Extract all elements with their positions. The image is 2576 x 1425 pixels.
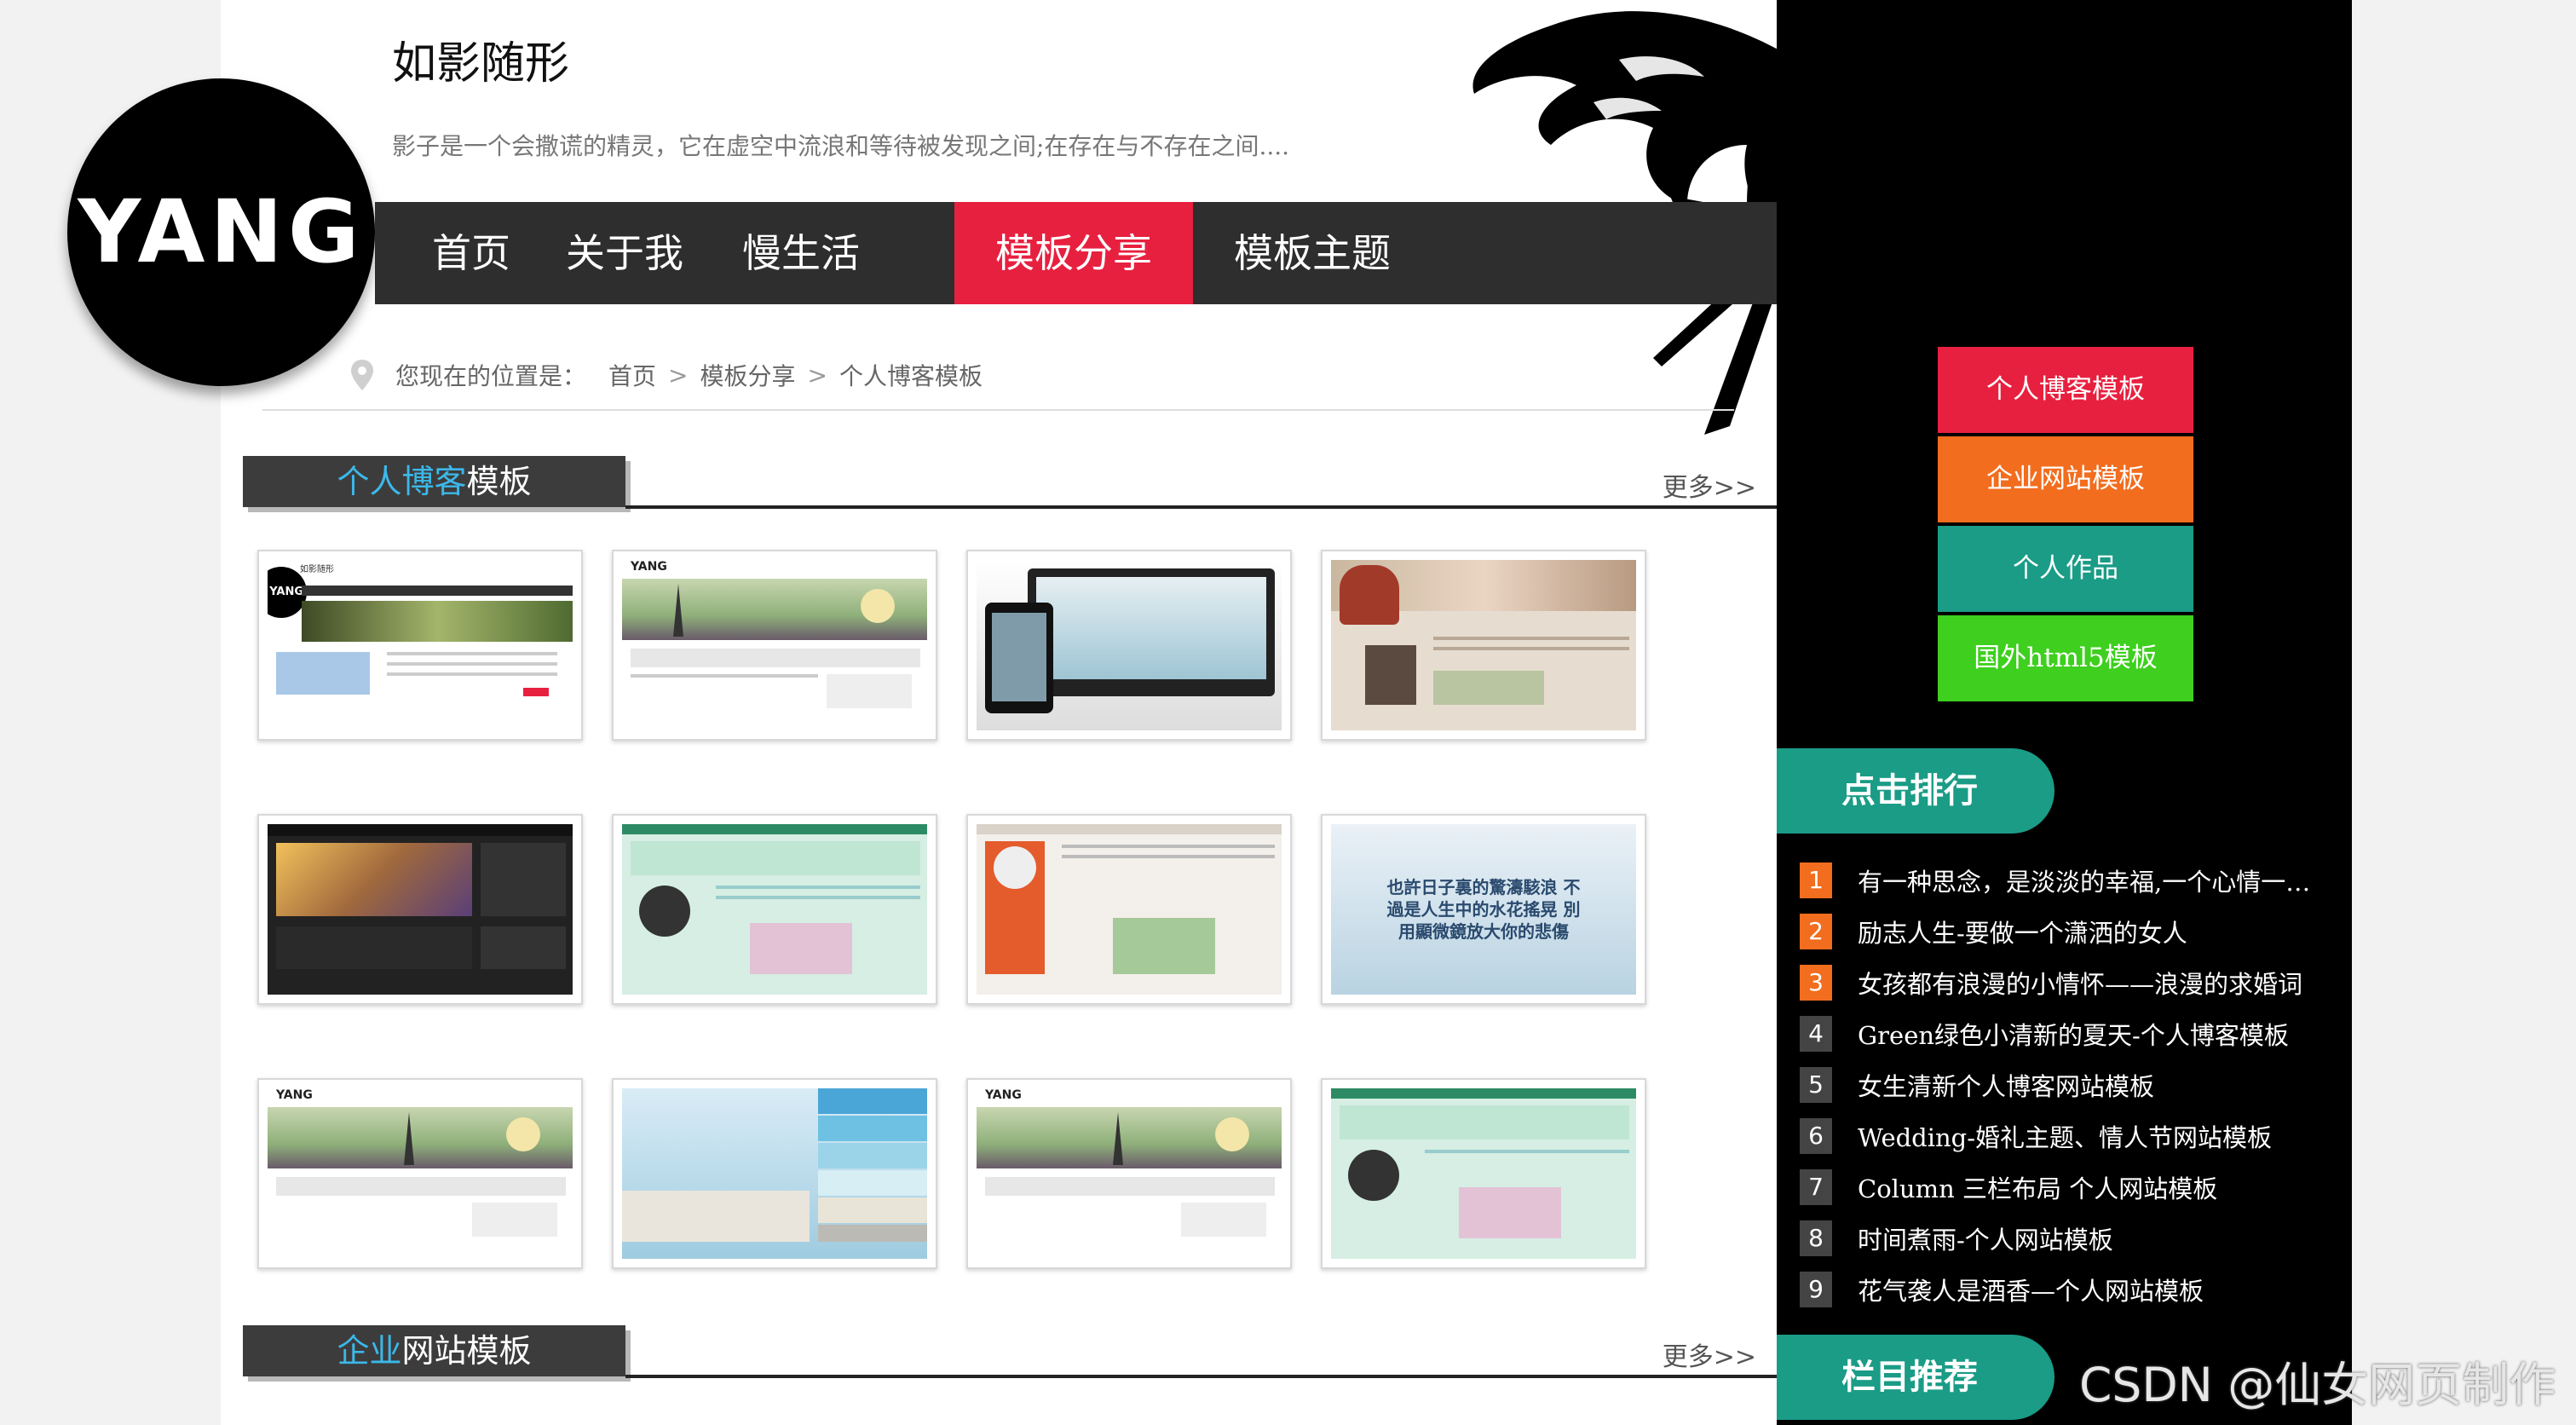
section-title-highlight: 企业	[337, 1332, 402, 1370]
rank-number-badge: 7	[1800, 1169, 1832, 1205]
breadcrumb-current[interactable]: 个人博客模板	[839, 358, 983, 392]
rank-number-badge: 8	[1800, 1220, 1832, 1256]
section-header-enterprise: 企业网站模板 更多>>	[243, 1325, 1999, 1382]
breadcrumb-prefix: 您现在的位置是：	[395, 362, 587, 390]
section-title: 企业网站模板	[243, 1325, 625, 1376]
section-title-rest: 网站模板	[401, 1332, 532, 1370]
nav-item-slow-life[interactable]: 慢生活	[716, 202, 886, 304]
rank-item-title: 花气袭人是酒香—个人网站模板	[1858, 1277, 2204, 1306]
rank-item-title: 女孩都有浪漫的小情怀——浪漫的求婚词	[1858, 970, 2303, 999]
more-link[interactable]: 更多>>	[1663, 466, 1756, 504]
nav-item-home[interactable]: 首页	[409, 202, 533, 304]
breadcrumb-divider	[262, 409, 1734, 411]
thumb-title: 如影随形	[300, 565, 334, 574]
breadcrumb-separator: >	[807, 361, 827, 389]
nav-item-template-share[interactable]: 模板分享	[954, 202, 1193, 304]
site-logo[interactable]: YANG	[67, 78, 375, 386]
rank-number-badge: 4	[1800, 1016, 1832, 1052]
rank-item[interactable]: 5 女生清新个人博客网站模板	[1800, 1067, 2345, 1103]
template-thumbnail[interactable]: YANG	[612, 550, 937, 741]
rank-title: 点击排行	[1777, 748, 2054, 834]
thumb-logo: YANG	[985, 1088, 1022, 1102]
rank-item[interactable]: 7 Column 三栏布局 个人网站模板	[1800, 1169, 2345, 1205]
sidebar-button-enterprise[interactable]: 企业网站模板	[1938, 436, 2193, 522]
template-thumbnail[interactable]	[1321, 1078, 1646, 1269]
nav-item-about[interactable]: 关于我	[533, 202, 716, 304]
section-title-highlight: 个人博客	[337, 463, 467, 500]
rank-item-title: Green绿色小清新的夏天-个人博客模板	[1858, 1021, 2289, 1050]
rank-item-title: 时间煮雨-个人网站模板	[1858, 1226, 2113, 1255]
nav-item-template-theme[interactable]: 模板主题	[1193, 202, 1432, 304]
rank-item-title: Wedding-婚礼主题、情人节网站模板	[1858, 1123, 2273, 1152]
page: YANG 如影随形 影子是一个会撒谎的精灵，它在虚空中流浪和等待被发现之间;在存…	[0, 0, 2576, 1425]
template-thumbnail[interactable]	[966, 550, 1292, 741]
sidebar: 个人博客模板 企业网站模板 个人作品 国外html5模板 点击排行 1 有一种思念…	[1777, 0, 2352, 1425]
rank-item-title: 励志人生-要做一个潇洒的女人	[1858, 919, 2187, 948]
template-thumbnail[interactable]	[612, 1078, 937, 1269]
breadcrumb: 您现在的位置是： 首页 > 模板分享 > 个人博客模板	[349, 358, 983, 392]
rank-item-title: Column 三栏布局 个人网站模板	[1858, 1174, 2218, 1203]
breadcrumb-separator: >	[668, 361, 689, 389]
template-thumbnail[interactable]: 也許日子裏的驚濤駭浪 不過是人生中的水花搖晃 別用顯微鏡放大你的悲傷	[1321, 814, 1646, 1005]
rank-number-badge: 3	[1800, 965, 1832, 1001]
site-title[interactable]: 如影随形	[392, 27, 569, 91]
breadcrumb-home[interactable]: 首页	[608, 358, 656, 392]
rank-number-badge: 1	[1800, 862, 1832, 898]
rank-item[interactable]: 4 Green绿色小清新的夏天-个人博客模板	[1800, 1016, 2345, 1052]
location-pin-icon	[351, 360, 373, 390]
rank-item[interactable]: 9 花气袭人是酒香—个人网站模板	[1800, 1272, 2345, 1307]
breadcrumb-template-share[interactable]: 模板分享	[700, 358, 796, 392]
rank-item-title: 有一种思念，是淡淡的幸福,一个心情一…	[1858, 868, 2311, 897]
template-thumbnail[interactable]	[966, 814, 1292, 1005]
site-tagline: 影子是一个会撒谎的精灵，它在虚空中流浪和等待被发现之间;在存在与不存在之间...…	[392, 132, 1290, 160]
template-thumbnail[interactable]	[257, 814, 583, 1005]
sidebar-button-works[interactable]: 个人作品	[1938, 526, 2193, 612]
section-header-personal-blog: 个人博客模板 更多>>	[243, 456, 1999, 512]
section-title: 个人博客模板	[243, 456, 625, 507]
rank-item[interactable]: 8 时间煮雨-个人网站模板	[1800, 1220, 2345, 1256]
template-thumbnail[interactable]: 如影随形 YANG	[257, 550, 583, 741]
rank-item[interactable]: 6 Wedding-婚礼主题、情人节网站模板	[1800, 1118, 2345, 1154]
thumb-poem-text: 也許日子裏的驚濤駭浪 不過是人生中的水花搖晃 別用顯微鏡放大你的悲傷	[1386, 877, 1581, 942]
rank-item[interactable]: 1 有一种思念，是淡淡的幸福,一个心情一…	[1800, 862, 2345, 898]
rank-number-badge: 9	[1800, 1272, 1832, 1307]
rank-number-badge: 6	[1800, 1118, 1832, 1154]
rank-item[interactable]: 3 女孩都有浪漫的小情怀——浪漫的求婚词	[1800, 965, 2345, 1001]
more-link[interactable]: 更多>>	[1663, 1336, 1756, 1373]
template-thumbnail[interactable]: YANG	[966, 1078, 1292, 1269]
rank-item-title: 女生清新个人博客网站模板	[1858, 1072, 2155, 1101]
sidebar-button-personal-blog[interactable]: 个人博客模板	[1938, 347, 2193, 433]
rank-item[interactable]: 2 励志人生-要做一个潇洒的女人	[1800, 914, 2345, 949]
template-thumbnail[interactable]	[1321, 550, 1646, 741]
sidebar-button-html5[interactable]: 国外html5模板	[1938, 615, 2193, 701]
section-title-rest: 模板	[466, 463, 532, 500]
recommend-title: 栏目推荐	[1777, 1335, 2054, 1420]
template-thumbnail[interactable]	[612, 814, 937, 1005]
rank-number-badge: 5	[1800, 1067, 1832, 1103]
thumb-logo: YANG	[631, 560, 667, 574]
thumb-logo: YANG	[276, 1088, 313, 1102]
main-nav: 首页 关于我 慢生活 模板分享 模板主题	[375, 202, 1777, 304]
watermark: CSDN @仙女网页制作	[2079, 1358, 2556, 1412]
logo-text: YANG	[78, 182, 365, 283]
template-thumbnail[interactable]: YANG	[257, 1078, 583, 1269]
rank-number-badge: 2	[1800, 914, 1832, 949]
